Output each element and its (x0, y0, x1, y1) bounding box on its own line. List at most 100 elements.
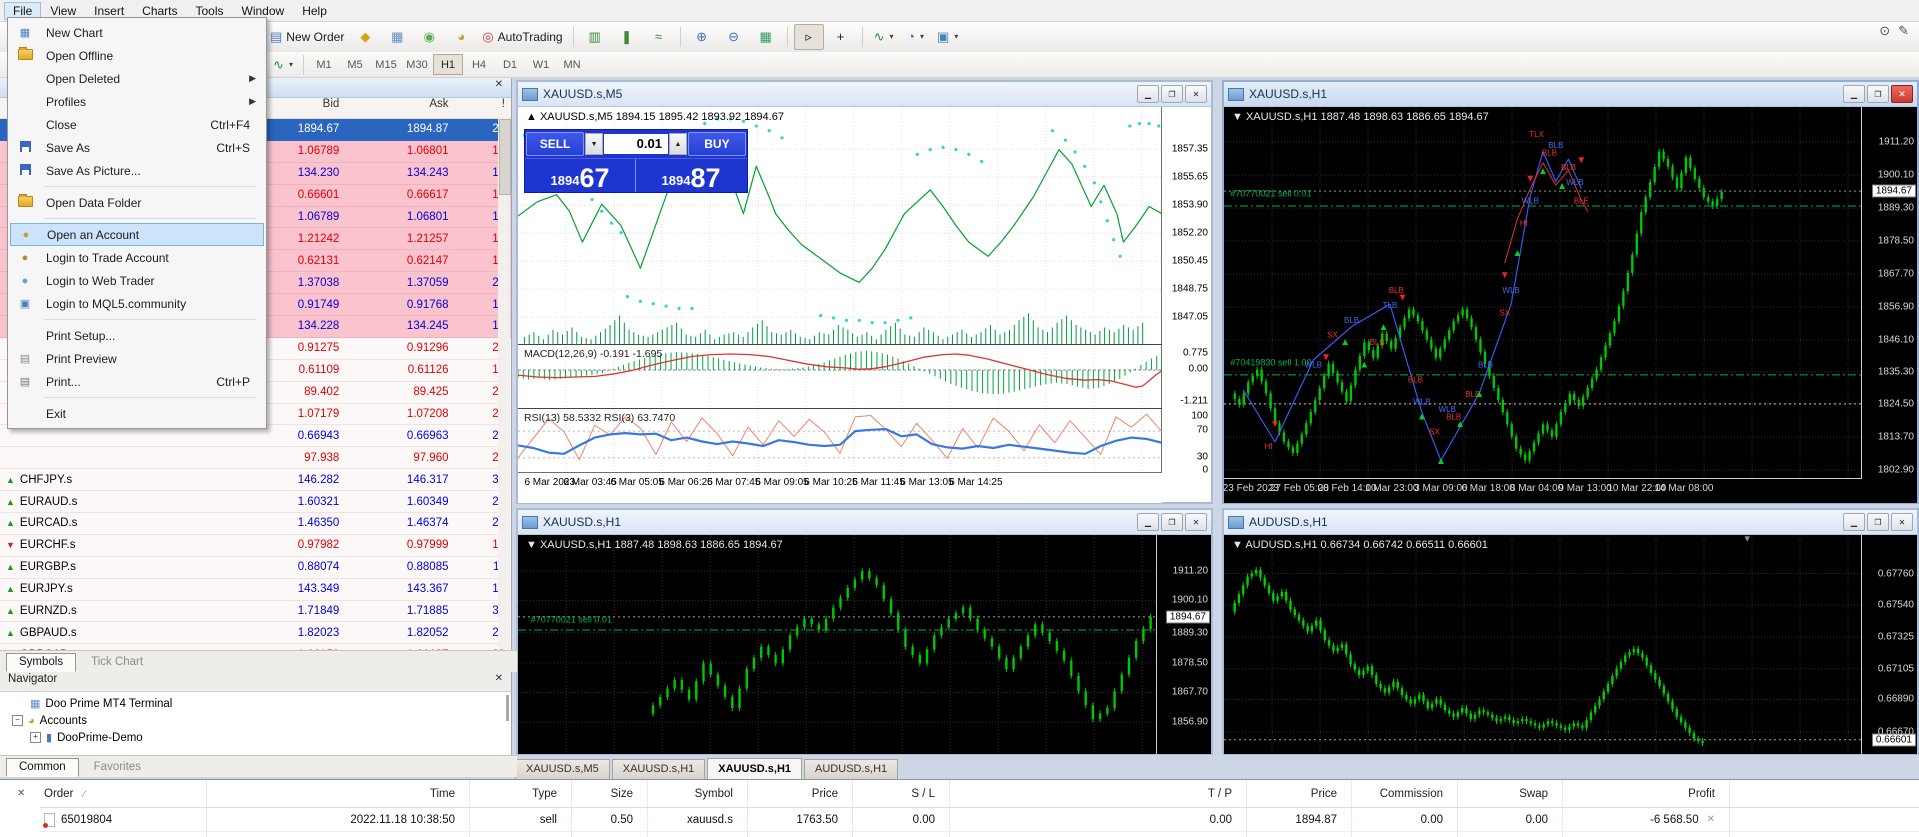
tab-favorites[interactable]: Favorites (81, 758, 154, 777)
minimize-button[interactable]: ▁ (1843, 85, 1865, 103)
nav-accounts[interactable]: −◕Accounts (6, 712, 511, 729)
file-menu-open-deleted[interactable]: Open Deleted▶ (10, 67, 264, 90)
market-watch-row[interactable]: ▲EURAUD.s1.603211.6034928 (0, 491, 511, 513)
tree-expander[interactable]: + (30, 732, 41, 743)
market-watch-row[interactable]: ▲EURNZD.s1.718491.7188536 (0, 601, 511, 623)
timeframe-h1[interactable]: H1 (433, 54, 463, 75)
file-menu-print-preview[interactable]: ▤Print Preview (10, 347, 264, 370)
zoom-out-icon[interactable]: ⊖ (719, 24, 749, 50)
crosshair-icon[interactable]: + (826, 24, 856, 50)
close-icon[interactable]: ✕ (17, 788, 25, 799)
time-axis[interactable]: 6 Mar 20236 Mar 03:456 Mar 05:056 Mar 06… (518, 472, 1162, 503)
column-header-sl[interactable]: S / L (853, 780, 950, 807)
close-button[interactable]: ✕ (1185, 85, 1207, 103)
close-icon[interactable]: ✕ (495, 80, 503, 90)
lot-size-input[interactable]: 0.01 (604, 134, 668, 154)
chart-window-m5[interactable]: XAUUSD.s,M5▁❐✕▲ XAUUSD.s,M5 1894.15 1895… (516, 80, 1213, 504)
file-menu-print-setup[interactable]: Print Setup... (10, 324, 264, 347)
chart-tab-3[interactable]: AUDUSD.s,H1 (804, 759, 898, 779)
chart-title-bar[interactable]: XAUUSD.s,M5▁❐✕ (518, 82, 1211, 107)
collapse-arrow-icon[interactable]: ▼ (526, 539, 540, 551)
restore-button[interactable]: ❐ (1867, 85, 1889, 103)
file-menu-new-chart[interactable]: ▦New Chart (10, 21, 264, 44)
timeframe-mn[interactable]: MN (557, 54, 587, 75)
column-header-size[interactable]: Size (572, 780, 648, 807)
market-watch-row[interactable]: ▲EURJPY.s143.349143.36718 (0, 579, 511, 601)
market-watch-row[interactable]: ▲GBPAUD.s1.820231.8205229 (0, 622, 511, 644)
chart-title-bar[interactable]: XAUUSD.s,H1▁❐✕ (1224, 82, 1917, 107)
column-header-type[interactable]: Type (470, 780, 572, 807)
periods-icon[interactable]: ◔▾ (901, 24, 931, 50)
file-menu-login-to-mql5-community[interactable]: ▣Login to MQL5.community (10, 292, 264, 315)
signals-icon[interactable]: ◉ (414, 24, 444, 50)
market-watch-row[interactable]: ▲EURCAD.s1.463501.4637424 (0, 513, 511, 535)
collapse-arrow-icon[interactable]: ▼ (1232, 539, 1245, 551)
indicators-icon[interactable]: ∿▾ (869, 24, 899, 50)
chart-body[interactable]: ▼ XAUUSD.s,H1 1887.48 1898.63 1886.65 18… (1224, 107, 1917, 503)
minimize-button[interactable]: ▁ (1137, 513, 1159, 531)
chart-pane-2[interactable]: RSI(13) 58.5332 RSI(3) 63.7470 (518, 408, 1162, 474)
collapse-arrow-icon[interactable]: ▼ (1232, 111, 1246, 123)
lot-increase-button[interactable]: ▲ (669, 133, 687, 155)
chart-body[interactable]: ▲ XAUUSD.s,M5 1894.15 1895.42 1893.92 18… (518, 107, 1211, 503)
chart-window-h1s[interactable]: XAUUSD.s,H1▁❐✕▼ XAUUSD.s,H1 1887.48 1898… (516, 508, 1213, 755)
timeframe-m5[interactable]: M5 (340, 54, 370, 75)
file-menu-open-an-account[interactable]: ●Open an Account (10, 223, 264, 246)
menu-help[interactable]: Help (293, 2, 336, 20)
price-axis[interactable]: 1911.201900.101894.671889.301878.501867.… (1861, 107, 1917, 479)
new-order-button[interactable]: ▤New Order (266, 24, 348, 50)
column-header-price[interactable]: Price (748, 780, 853, 807)
file-menu-open-data-folder[interactable]: Open Data Folder (10, 191, 264, 214)
restore-button[interactable]: ❐ (1161, 513, 1183, 531)
file-menu-save-as-picture[interactable]: Save As Picture... (10, 159, 264, 182)
chart-pane-0[interactable]: #70770021 sell 0.01 (518, 535, 1157, 754)
chart-window-aud[interactable]: AUDUSD.s,H1▁❐✕▼ AUDUSD.s,H1 0.66734 0.66… (1222, 508, 1919, 755)
close-icon[interactable]: ✕ (495, 674, 503, 684)
tile-windows-icon[interactable]: ▦ (751, 24, 781, 50)
chart-body[interactable]: ▼ AUDUSD.s,H1 0.66734 0.66742 0.66511 0.… (1224, 535, 1917, 754)
column-header-time[interactable]: Time (207, 780, 470, 807)
file-menu-print[interactable]: ▤Print...Ctrl+P (10, 370, 264, 393)
market-watch-row[interactable]: ▲EURGBP.s0.880740.8808511 (0, 557, 511, 579)
cursor-icon[interactable]: ▹ (794, 24, 824, 50)
edit-icon[interactable]: ✎ (1898, 24, 1909, 37)
chart-window-h1[interactable]: XAUUSD.s,H1▁❐✕▼ XAUUSD.s,H1 1887.48 1898… (1222, 80, 1919, 504)
file-menu-login-to-web-trader[interactable]: ●Login to Web Trader (10, 269, 264, 292)
market-watch-row[interactable]: 97.93897.96022 (0, 447, 511, 469)
column-header-price[interactable]: Price (1247, 780, 1352, 807)
tab-common[interactable]: Common (6, 758, 79, 777)
zoom-in-icon[interactable]: ⊕ (687, 24, 717, 50)
market-watch-row[interactable]: ▲CHFJPY.s146.282146.31735 (0, 469, 511, 491)
nav-terminal[interactable]: ▦Doo Prime MT4 Terminal (6, 695, 511, 712)
buy-button[interactable]: BUY (688, 132, 746, 156)
bar-chart-icon[interactable]: ▥ (580, 24, 610, 50)
chart-pane-0[interactable]: #70770021 sell 0.01#70419830 sell 1.00HI… (1224, 107, 1862, 479)
tab-symbols[interactable]: Symbols (6, 653, 76, 672)
timeframe-d1[interactable]: D1 (495, 54, 525, 75)
close-button[interactable]: ✕ (1891, 85, 1913, 103)
file-menu-login-to-trade-account[interactable]: ●Login to Trade Account (10, 246, 264, 269)
file-menu-close[interactable]: CloseCtrl+F4 (10, 113, 264, 136)
tab-tick-chart[interactable]: Tick Chart (78, 653, 156, 672)
accounts-icon[interactable]: ◕ (446, 24, 476, 50)
chart-title-bar[interactable]: XAUUSD.s,H1▁❐✕ (518, 510, 1211, 535)
indicator-list-button[interactable]: ∿▾ (268, 52, 298, 78)
column-header-ask[interactable]: Ask (349, 98, 458, 118)
restore-button[interactable]: ❐ (1161, 85, 1183, 103)
column-header-swap[interactable]: Swap (1458, 780, 1563, 807)
chart-pane-1[interactable]: MACD(12,26,9) -0.191 -1.695 (518, 344, 1162, 409)
column-header-commission[interactable]: Commission (1352, 780, 1458, 807)
market-watch-scrollbar[interactable] (498, 117, 510, 649)
timeframe-h4[interactable]: H4 (464, 54, 494, 75)
tree-expander[interactable]: − (12, 715, 23, 726)
chart-title-bar[interactable]: AUDUSD.s,H1▁❐✕ (1224, 510, 1917, 535)
file-menu-save-as[interactable]: Save AsCtrl+S (10, 136, 264, 159)
close-order-icon[interactable]: ✕ (1707, 814, 1715, 825)
column-header-![interactable]: ! (459, 98, 512, 118)
close-button[interactable]: ✕ (1185, 513, 1207, 531)
gold-icon[interactable]: ◆ (350, 24, 380, 50)
line-chart-icon[interactable]: ≈ (644, 24, 674, 50)
buy-price[interactable]: 189487 (636, 159, 746, 192)
close-button[interactable]: ✕ (1891, 513, 1913, 531)
timeframe-m15[interactable]: M15 (371, 54, 401, 75)
